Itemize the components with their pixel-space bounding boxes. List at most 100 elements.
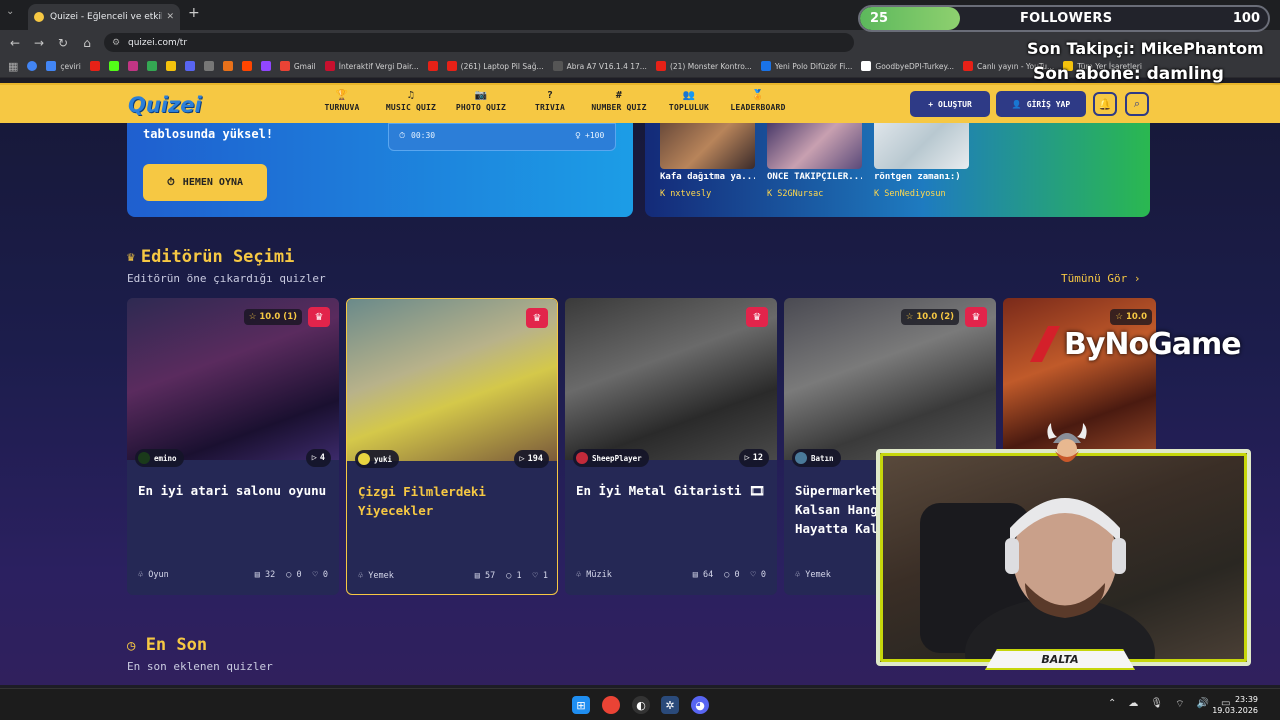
featured-crown-icon: ♛: [965, 307, 987, 327]
discord-taskbar-icon[interactable]: ◕: [691, 696, 709, 714]
nav-number-quiz[interactable]: # NUMBER QUIZ: [591, 89, 646, 112]
play-now-button[interactable]: ⏱ HEMEN OYNA: [143, 164, 267, 201]
tray-expand-icon[interactable]: ⌃: [1108, 698, 1116, 711]
create-button[interactable]: + OLUŞTUR: [910, 91, 990, 117]
author-chip[interactable]: Batın: [792, 449, 841, 467]
watermark-text: ByNoGame: [1064, 326, 1242, 362]
clock-icon: ⏱: [166, 177, 175, 188]
nav-music-quiz[interactable]: ♫ MUSIC QUIZ: [386, 89, 436, 112]
chrome-taskbar-icon[interactable]: [602, 696, 620, 714]
home-icon[interactable]: ⌂: [75, 36, 99, 50]
bookmark-label: İnteraktif Vergi Dair...: [338, 61, 419, 71]
bookmark-item[interactable]: [89, 61, 100, 71]
bookmark-favicon-icon: [46, 61, 57, 71]
see-all-link[interactable]: Tümünü Gör ›: [1061, 272, 1140, 285]
tray-app-icon[interactable]: ☁: [1128, 698, 1138, 711]
community-user[interactable]: K S2GNursac: [767, 189, 823, 199]
plays-count: 4: [319, 453, 325, 463]
app-taskbar-icon[interactable]: ✲: [661, 696, 679, 714]
bookmark-item[interactable]: [222, 61, 233, 71]
bookmark-item[interactable]: İnteraktif Vergi Dair...: [324, 61, 419, 71]
bookmark-favicon-icon: [222, 61, 233, 71]
plays-badge: ▷ 4: [305, 449, 331, 467]
bookmark-item[interactable]: [260, 61, 271, 71]
taskbar-clock[interactable]: 23:39 19.03.2026: [1212, 694, 1258, 716]
tournament-icon: 🏆: [335, 90, 349, 101]
community-thumb[interactable]: [767, 123, 862, 169]
wifi-icon[interactable]: ⌔: [1175, 698, 1184, 711]
volume-icon[interactable]: 🔊: [1197, 698, 1209, 711]
nav-trivia[interactable]: ? TRIVIA: [535, 89, 565, 112]
quiz-card[interactable]: ♛ yuki ▷ 194 Çizgi Filmlerdeki Yiyecekler ♧ Y…: [346, 298, 558, 595]
bookmark-item[interactable]: [127, 61, 138, 71]
bookmark-item[interactable]: Abra A7 V16.1.4 17...: [552, 61, 647, 71]
clock-date: 19.03.2026: [1212, 706, 1258, 715]
webcam-overlay: [876, 449, 1251, 666]
author-chip[interactable]: emino: [135, 449, 184, 467]
google-bookmark-icon[interactable]: [27, 61, 38, 71]
site-info-icon[interactable]: ⚙: [112, 38, 120, 48]
play-icon: ▷: [744, 453, 750, 463]
like-count[interactable]: ♡ 0: [751, 570, 766, 580]
quiz-card[interactable]: ☆ 10.0 (1) ♛ emino ▷ 4 En iyi atari salonu oy…: [127, 298, 339, 595]
star-icon: ☆: [905, 312, 914, 322]
like-count[interactable]: ♡ 0: [313, 570, 328, 580]
community-thumb[interactable]: [874, 123, 969, 169]
bookmark-item[interactable]: çeviri: [46, 61, 81, 71]
new-tab-icon[interactable]: +: [188, 5, 200, 21]
community-user[interactable]: K nxtvesly: [660, 189, 711, 199]
category: ♧ Oyun: [138, 570, 244, 580]
search-button[interactable]: ⌕: [1125, 92, 1149, 116]
microphone-icon[interactable]: 🎙: [1150, 698, 1163, 711]
like-count[interactable]: ♡ 1: [533, 571, 548, 581]
bookmark-item[interactable]: Gmail: [279, 61, 316, 71]
bookmark-item[interactable]: [184, 61, 195, 71]
bookmark-item[interactable]: [427, 61, 438, 71]
last-sub-text: Son abone: damling: [1033, 64, 1224, 84]
bookmark-item[interactable]: (261) Laptop Pil Sağ...: [446, 61, 544, 71]
url-input[interactable]: ⚙ quizei.com/tr: [104, 33, 854, 52]
obs-taskbar-icon[interactable]: ◐: [632, 696, 650, 714]
community-thumb[interactable]: [660, 123, 755, 169]
quiz-card[interactable]: ♛ SheepPlayer ▷ 12 En İyi Metal Gitaristi 🎞 ♧…: [565, 298, 777, 595]
back-icon[interactable]: ←: [3, 36, 27, 50]
quiz-title[interactable]: Çizgi Filmlerdeki Yiyecekler: [358, 482, 548, 520]
reload-icon[interactable]: ↻: [51, 36, 75, 50]
bookmark-item[interactable]: (21) Monster Kontro...: [655, 61, 752, 71]
browser-tab[interactable]: Quizei - Eğlenceli ve etkileşimli ✕: [28, 4, 180, 30]
nav-label: TRIVIA: [534, 103, 566, 112]
bookmark-item[interactable]: GoodbyeDPI-Turkey...: [861, 61, 954, 71]
community-caption[interactable]: röntgen zamanı:): [874, 172, 969, 182]
nav-photo-quiz[interactable]: 📷 PHOTO QUIZ: [456, 89, 506, 112]
apps-icon[interactable]: ▦: [8, 60, 18, 73]
login-button[interactable]: 👤 GİRİŞ YAP: [996, 91, 1086, 117]
nav-tournament[interactable]: 🏆 TURNUVA: [324, 89, 359, 112]
community-user[interactable]: K SenNediyosun: [874, 189, 946, 199]
bookmark-item[interactable]: Yeni Polo Difüzör Fi...: [760, 61, 853, 71]
timer-value: 00:30: [411, 131, 436, 140]
community-caption[interactable]: Kafa dağıtma ya...: [660, 172, 755, 182]
followers-goal: 100: [1232, 11, 1260, 26]
bookmark-item[interactable]: [241, 61, 252, 71]
community-caption[interactable]: ÖNCE TAKİPÇİLER...: [767, 172, 862, 182]
bookmark-item[interactable]: [203, 61, 214, 71]
tab-list-icon[interactable]: ⌄: [6, 6, 14, 17]
nav-leaderboard[interactable]: 🏅 LEADERBOARD: [730, 89, 785, 112]
close-tab-icon[interactable]: ✕: [166, 12, 174, 22]
quiz-title[interactable]: En iyi atari salonu oyunu: [138, 481, 328, 500]
bookmark-item[interactable]: [146, 61, 157, 71]
quiz-title[interactable]: En İyi Metal Gitaristi 🎞: [576, 481, 766, 500]
bookmark-item[interactable]: [108, 61, 119, 71]
bookmark-item[interactable]: [165, 61, 176, 71]
webcam-frame: [880, 453, 1247, 662]
author-chip[interactable]: yuki: [355, 450, 400, 468]
quizei-logo[interactable]: Quizei: [128, 93, 202, 117]
notifications-button[interactable]: 🔔: [1093, 92, 1117, 116]
play-now-label: HEMEN OYNA: [182, 177, 244, 188]
nav-community[interactable]: 👥 TOPLULUK: [669, 89, 709, 112]
forward-icon[interactable]: →: [27, 36, 51, 50]
bell-icon: 🔔: [1098, 97, 1112, 111]
author-chip[interactable]: SheepPlayer: [573, 449, 649, 467]
windows-start-icon[interactable]: ⊞: [572, 696, 590, 714]
bookmark-label: Yeni Polo Difüzör Fi...: [774, 61, 853, 71]
